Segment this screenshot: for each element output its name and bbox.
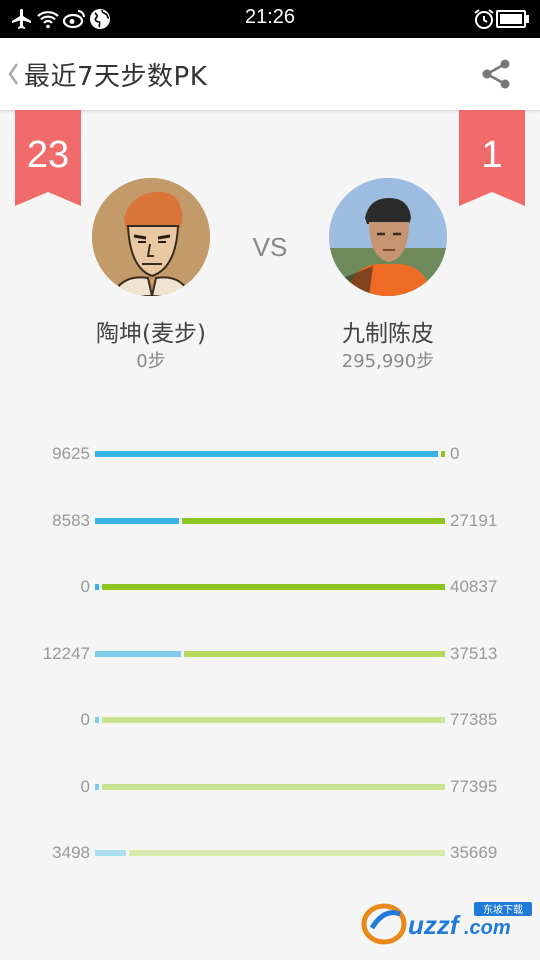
left-day-steps: 3498 [52,843,90,862]
svg-text:uzzf: uzzf [408,910,461,940]
right-progress-bar [102,717,445,723]
share-icon[interactable] [478,56,514,92]
day-row: 0 77385 [0,710,540,734]
left-rank-number: 23 [26,134,70,176]
day-row: 0 40837 [0,577,540,601]
right-progress-bar [102,784,445,790]
left-player-name: 陶坤(麦步) [96,321,206,347]
svg-text:.com: .com [464,917,511,939]
right-day-steps: 77395 [450,777,498,796]
left-day-steps: 0 [80,710,90,729]
svg-text:东坡下载: 东坡下载 [483,903,523,916]
right-progress-bar [441,451,445,457]
ribbon-notch [459,192,525,206]
right-player-avatar[interactable] [329,178,447,296]
left-progress-bar [95,784,99,790]
left-day-steps: 0 [80,577,90,596]
right-progress-bar [129,850,445,856]
left-progress-bar [95,717,99,723]
status-bar: 21:26 [0,0,540,38]
ribbon-notch [15,192,81,206]
left-progress-bar [95,451,438,457]
right-day-steps: 77385 [450,710,498,729]
right-progress-bar [184,651,445,657]
battery-icon [496,10,529,28]
right-progress-bar [182,518,445,524]
left-player-steps: 0步 [136,351,166,372]
left-day-steps: 12247 [42,644,90,663]
right-day-steps: 40837 [450,577,498,596]
left-day-steps: 8583 [52,511,90,530]
left-rank-ribbon: 23 [15,110,81,206]
day-row: 9625 0 [0,444,540,468]
left-day-steps: 9625 [52,444,90,463]
alarm-icon [472,7,496,31]
right-rank-number: 1 [481,134,503,176]
day-row: 12247 37513 [0,644,540,668]
right-player-name: 九制陈皮 [342,321,434,347]
left-progress-bar [95,518,179,524]
day-row: 8583 27191 [0,511,540,535]
day-row: 3498 35669 [0,843,540,867]
day-row: 0 77395 [0,777,540,801]
chevron-left-icon[interactable] [6,60,20,88]
clock: 21:26 [244,6,296,28]
right-day-steps: 37513 [450,644,498,663]
left-progress-bar [95,651,181,657]
right-day-steps: 27191 [450,511,498,530]
right-progress-bar [102,584,445,590]
left-day-steps: 0 [80,777,90,796]
right-player-steps: 295,990步 [341,351,435,372]
right-rank-ribbon: 1 [459,110,525,206]
uzzf-watermark-logo: uzzf .com 东坡下载 [356,900,536,948]
right-day-steps: 35669 [450,843,498,862]
page-title: 最近7天步数PK [24,62,208,92]
left-player-avatar[interactable] [92,178,210,296]
vs-label: VS [252,232,288,262]
left-progress-bar [95,850,126,856]
left-progress-bar [95,584,99,590]
top-bar: 最近7天步数PK [0,38,540,111]
right-day-steps: 0 [450,444,460,463]
